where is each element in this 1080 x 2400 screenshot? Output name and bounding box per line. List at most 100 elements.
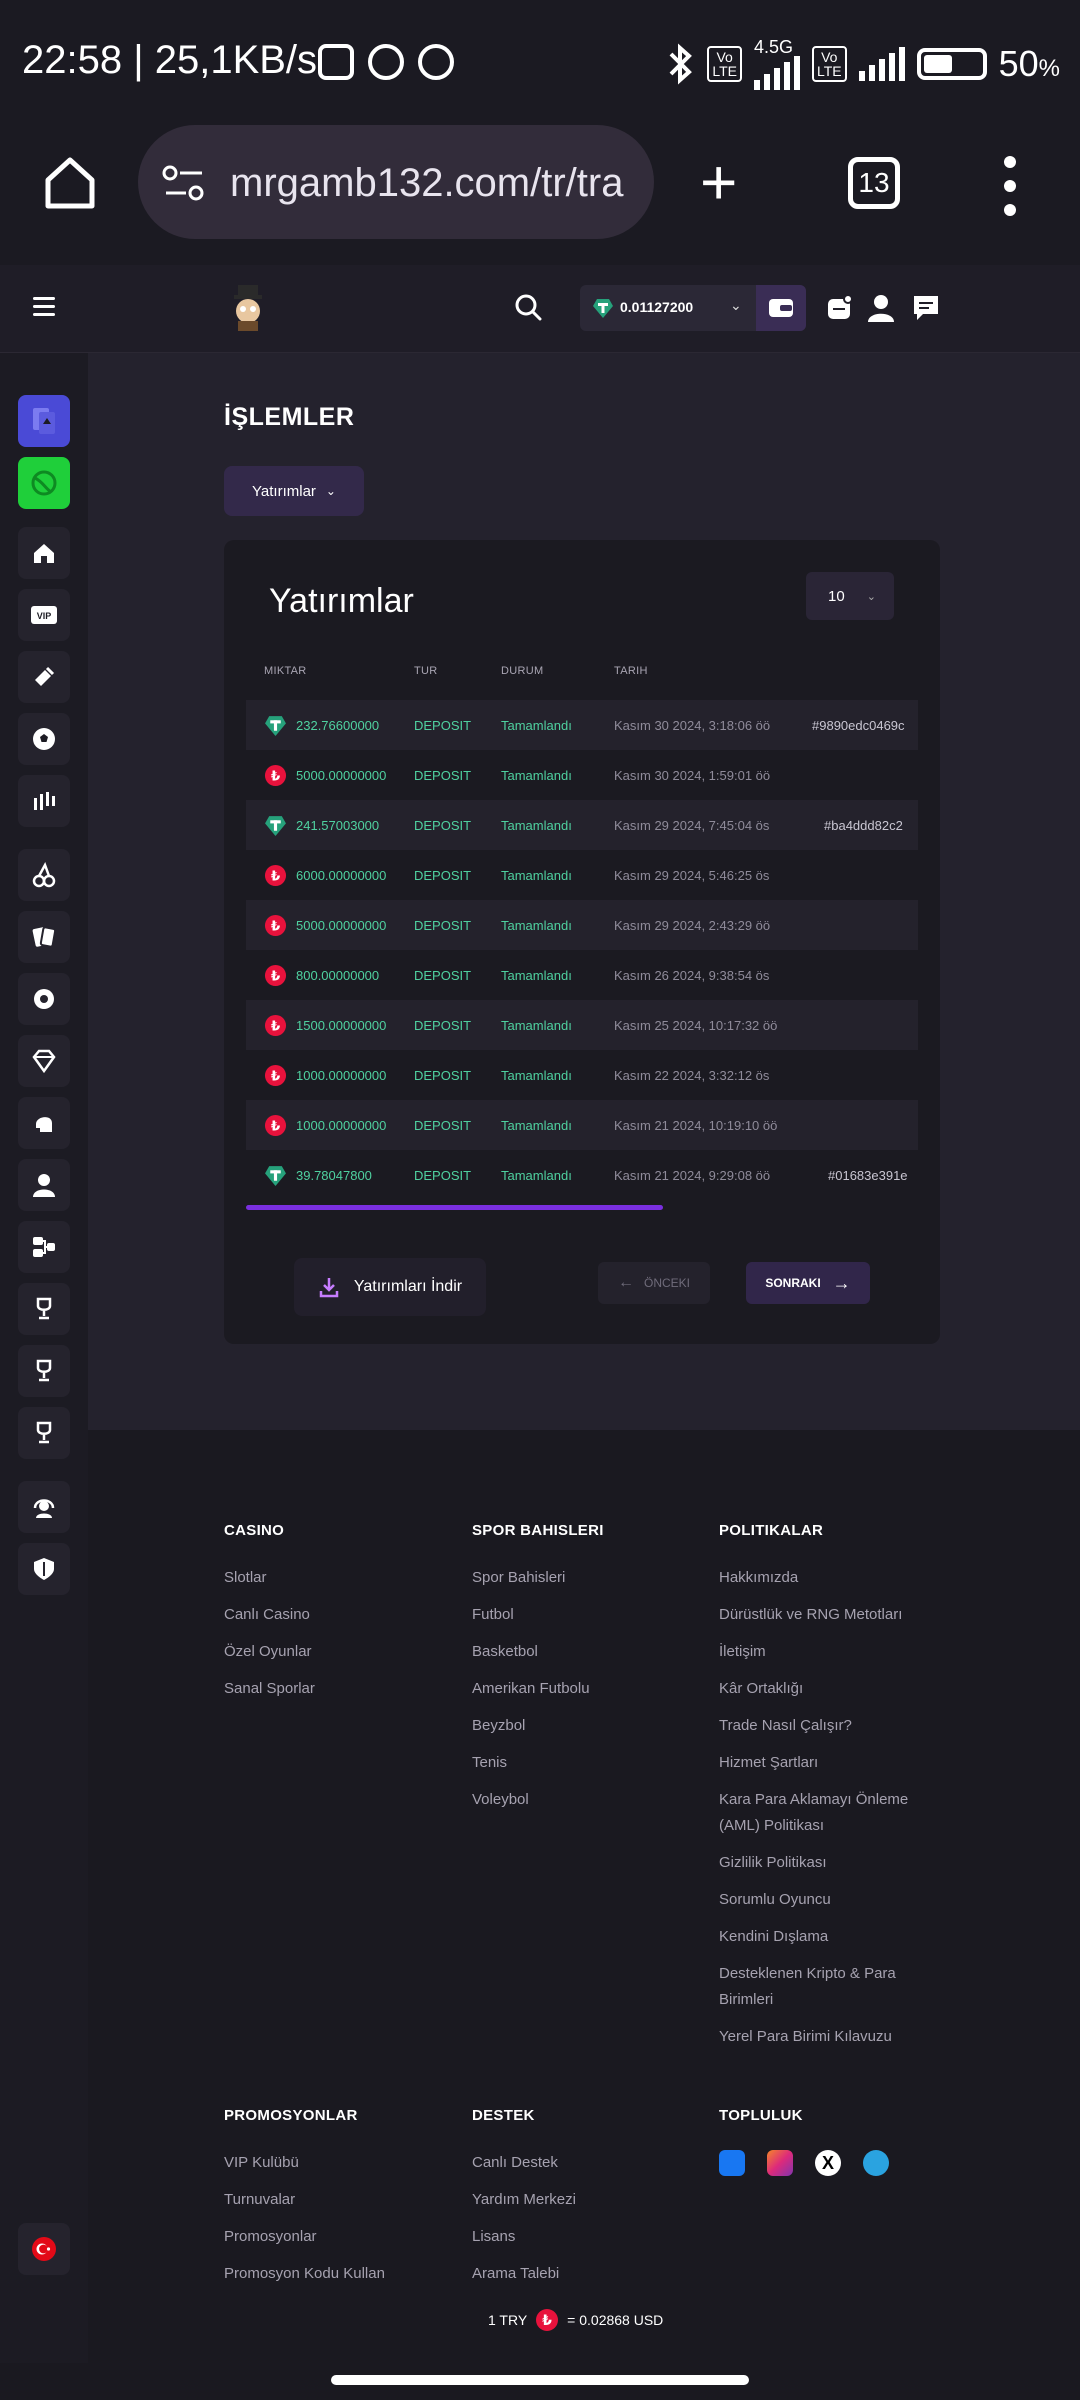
sidebar-item-trade[interactable] bbox=[18, 775, 70, 827]
language-selector[interactable] bbox=[18, 2223, 70, 2275]
sidebar-item-security[interactable] bbox=[18, 1543, 70, 1595]
scrollbar-thumb[interactable] bbox=[246, 1205, 663, 1210]
footer-link[interactable]: Canlı Destek bbox=[472, 2150, 702, 2176]
download-deposits-button[interactable]: Yatırımları İndir bbox=[294, 1258, 486, 1316]
sidebar-item-football[interactable] bbox=[18, 713, 70, 765]
sidebar-item-cards[interactable] bbox=[18, 911, 70, 963]
next-page-button[interactable]: SONRAKI → bbox=[746, 1262, 870, 1304]
footer-link[interactable]: Dürüstlük ve RNG Metotları bbox=[719, 1602, 929, 1628]
site-settings-icon[interactable] bbox=[162, 165, 206, 201]
sidebar-item-tournament-3[interactable] bbox=[18, 1407, 70, 1459]
footer-link[interactable]: Turnuvalar bbox=[224, 2187, 454, 2213]
wallet-button[interactable] bbox=[756, 285, 806, 331]
sidebar-item-home[interactable] bbox=[18, 527, 70, 579]
menu-more-icon[interactable] bbox=[1004, 156, 1016, 216]
footer-link[interactable]: Futbol bbox=[472, 1602, 702, 1628]
sidebar-item-tournament-2[interactable] bbox=[18, 1345, 70, 1397]
trophy-icon bbox=[36, 1297, 52, 1320]
sidebar-item-casino[interactable] bbox=[18, 395, 70, 447]
svg-text:VIP: VIP bbox=[37, 611, 52, 621]
sidebar-item-promotions[interactable] bbox=[18, 651, 70, 703]
footer-link[interactable]: Sanal Sporlar bbox=[224, 1676, 454, 1702]
url-text[interactable]: mrgamb132.com/tr/tra bbox=[230, 161, 630, 206]
user-icon[interactable] bbox=[866, 293, 896, 323]
footer-link[interactable]: Hakkımızda bbox=[719, 1565, 929, 1591]
footer-link[interactable]: Basketbol bbox=[472, 1639, 702, 1665]
horizontal-scrollbar[interactable] bbox=[246, 1205, 918, 1210]
sidebar-item-sports[interactable] bbox=[18, 457, 70, 509]
hamburger-menu-icon[interactable] bbox=[33, 297, 55, 321]
footer-link[interactable]: Kendini Dışlama bbox=[719, 1924, 929, 1950]
table-row[interactable]: 39.78047800 DEPOSIT Tamamlandı Kasım 21 202… bbox=[246, 1150, 918, 1200]
home-icon[interactable] bbox=[40, 152, 100, 212]
transactions-table[interactable]: 232.76600000 DEPOSIT Tamamlandı Kasım 30 20… bbox=[246, 700, 918, 1200]
footer-link[interactable]: Spor Bahisleri bbox=[472, 1565, 702, 1591]
footer-link[interactable]: Slotlar bbox=[224, 1565, 454, 1591]
footer-link[interactable]: Tenis bbox=[472, 1750, 702, 1776]
footer-link[interactable]: Sorumlu Oyuncu bbox=[719, 1887, 929, 1913]
instagram-icon[interactable] bbox=[767, 2150, 793, 2176]
tab-switcher-button[interactable]: 13 bbox=[848, 157, 900, 209]
search-icon[interactable] bbox=[514, 293, 542, 321]
circle-icon bbox=[418, 44, 454, 80]
site-header: 0.01127200 ⌄ bbox=[0, 265, 1080, 353]
sidebar-item-roulette[interactable] bbox=[18, 973, 70, 1025]
footer-link[interactable]: İletişim bbox=[719, 1639, 929, 1665]
footer-link[interactable]: Amerikan Futbolu bbox=[472, 1676, 702, 1702]
footer-link[interactable]: Lisans bbox=[472, 2224, 702, 2250]
telegram-icon[interactable] bbox=[863, 2150, 889, 2176]
sidebar-item-vip[interactable]: VIP bbox=[18, 589, 70, 641]
sidebar-item-tournament-1[interactable] bbox=[18, 1283, 70, 1335]
footer-link[interactable]: Voleybol bbox=[472, 1787, 702, 1813]
table-row[interactable]: 241.57003000 DEPOSIT Tamamlandı Kasım 29 20… bbox=[246, 800, 918, 850]
footer-link[interactable]: Beyzbol bbox=[472, 1713, 702, 1739]
footer-link[interactable]: Gizlilik Politikası bbox=[719, 1850, 929, 1876]
sidebar-item-profile[interactable] bbox=[18, 1159, 70, 1211]
table-row[interactable]: ₺ 5000.00000000 DEPOSIT Tamamlandı Kasım 29 … bbox=[246, 900, 918, 950]
footer-link[interactable]: Trade Nasıl Çalışır? bbox=[719, 1713, 929, 1739]
row-hash[interactable]: #01683e391e bbox=[828, 1168, 908, 1183]
table-row[interactable]: 232.76600000 DEPOSIT Tamamlandı Kasım 30 20… bbox=[246, 700, 918, 750]
footer-link[interactable]: Yerel Para Birimi Kılavuzu bbox=[719, 2024, 929, 2050]
sidebar-item-support[interactable] bbox=[18, 1481, 70, 1533]
footer-col-community: TOPLULUK X bbox=[719, 2107, 929, 2176]
site-logo[interactable] bbox=[228, 285, 268, 331]
table-row[interactable]: ₺ 800.00000000 DEPOSIT Tamamlandı Kasım 26 2… bbox=[246, 950, 918, 1000]
footer-link[interactable]: Özel Oyunlar bbox=[224, 1639, 454, 1665]
table-row[interactable]: ₺ 1000.00000000 DEPOSIT Tamamlandı Kasım 21 … bbox=[246, 1100, 918, 1150]
sidebar-item-diamond[interactable] bbox=[18, 1035, 70, 1087]
footer-link[interactable]: Desteklenen Kripto & Para Birimleri bbox=[719, 1961, 929, 2013]
footer-link[interactable]: Yardım Merkezi bbox=[472, 2187, 702, 2213]
previous-page-button[interactable]: ← ÖNCEKI bbox=[598, 1262, 710, 1304]
table-row[interactable]: ₺ 5000.00000000 DEPOSIT Tamamlandı Kasım 30 … bbox=[246, 750, 918, 800]
table-row[interactable]: ₺ 6000.00000000 DEPOSIT Tamamlandı Kasım 29 … bbox=[246, 850, 918, 900]
transaction-type-dropdown[interactable]: Yatırımlar ⌄ bbox=[224, 466, 364, 516]
sidebar-item-mind[interactable] bbox=[18, 1097, 70, 1149]
row-amount: 800.00000000 bbox=[296, 967, 380, 983]
turkish-lira-icon: ₺ bbox=[264, 1114, 287, 1137]
new-tab-button[interactable]: + bbox=[700, 150, 737, 214]
home-indicator[interactable] bbox=[331, 2375, 749, 2385]
chat-icon[interactable] bbox=[911, 293, 941, 323]
footer-link[interactable]: Hizmet Şartları bbox=[719, 1750, 929, 1776]
per-page-select[interactable]: 10 ⌄ bbox=[806, 572, 894, 620]
signal-icon-2 bbox=[858, 47, 905, 81]
footer-link[interactable]: Arama Talebi bbox=[472, 2261, 702, 2287]
x-icon[interactable]: X bbox=[815, 2150, 841, 2176]
sidebar-item-slots[interactable] bbox=[18, 849, 70, 901]
row-hash[interactable]: #9890edc0469c bbox=[812, 718, 905, 733]
table-row[interactable]: ₺ 1500.00000000 DEPOSIT Tamamlandı Kasım 25 … bbox=[246, 1000, 918, 1050]
wallet-balance-dropdown[interactable]: 0.01127200 ⌄ bbox=[580, 285, 806, 331]
sidebar-item-affiliate[interactable] bbox=[18, 1221, 70, 1273]
footer-link[interactable]: Promosyonlar bbox=[224, 2224, 454, 2250]
facebook-icon[interactable] bbox=[719, 2150, 745, 2176]
footer-link[interactable]: VIP Kulübü bbox=[224, 2150, 454, 2176]
footer-link[interactable]: Canlı Casino bbox=[224, 1602, 454, 1628]
notification-icon[interactable] bbox=[825, 293, 855, 323]
footer-link[interactable]: Promosyon Kodu Kullan bbox=[224, 2261, 454, 2287]
row-hash[interactable]: #ba4ddd82c2 bbox=[824, 818, 903, 833]
footer-link[interactable]: Kâr Ortaklığı bbox=[719, 1676, 929, 1702]
table-row[interactable]: ₺ 1000.00000000 DEPOSIT Tamamlandı Kasım 22 … bbox=[246, 1050, 918, 1100]
footer-link[interactable]: Kara Para Aklamayı Önleme (AML) Politika… bbox=[719, 1787, 929, 1839]
address-bar[interactable]: mrgamb132.com/tr/tra bbox=[138, 125, 654, 239]
